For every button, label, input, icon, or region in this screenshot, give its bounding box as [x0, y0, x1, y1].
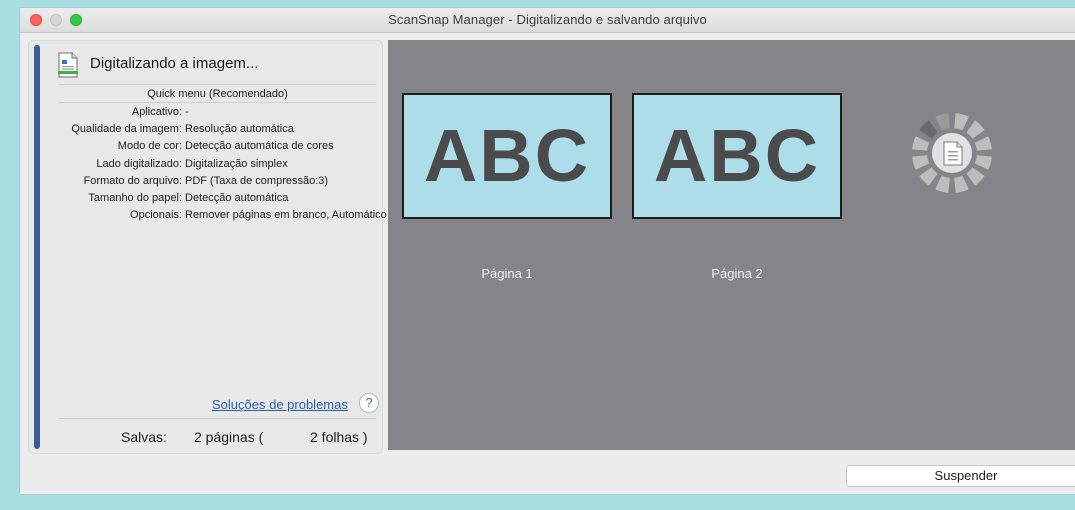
setting-value: PDF (Taxa de compressão:3) [185, 174, 329, 187]
page-label: Página 1 [481, 266, 533, 281]
setting-key: Opcionais: [130, 209, 182, 222]
divider [59, 418, 376, 419]
thumbnail-text: ABC [653, 114, 821, 197]
setting-row: Lado digitalizado: Digitalização simplex [29, 158, 384, 175]
saved-sheets-count: 2 folhas ) [310, 429, 368, 445]
setting-row: Aplicativo: - [29, 106, 384, 123]
setting-row: Opcionais: Remover páginas em branco, Au… [29, 209, 387, 226]
setting-value: - [185, 106, 189, 118]
setting-value: Resolução automática [185, 123, 294, 136]
divider [59, 102, 376, 103]
thumbnail-text: ABC [423, 114, 591, 197]
setting-key: Modo de cor: [117, 140, 182, 153]
setting-row: Qualidade da imagem: Resolução automátic… [29, 123, 384, 140]
status-text: Digitalizando a imagem... [90, 55, 259, 72]
page-thumbnail[interactable]: ABC [402, 93, 612, 219]
loading-spinner-icon [912, 113, 992, 193]
suspend-button[interactable]: Suspender [846, 465, 1075, 487]
divider [59, 84, 376, 85]
help-button[interactable]: ? [359, 393, 379, 413]
saved-label: Salvas: [121, 429, 167, 445]
setting-key: Qualidade da imagem: [71, 123, 182, 136]
scan-info-panel: Digitalizando a imagem... Quick menu (Re… [28, 40, 387, 454]
setting-key: Tamanho do papel: [88, 191, 182, 204]
title-bar: ScanSnap Manager - Digitalizando e salva… [20, 8, 1075, 33]
profile-name: Quick menu (Recomendado) [147, 88, 288, 100]
troubleshooting-link[interactable]: Soluções de problemas [212, 397, 348, 412]
setting-row: Formato do arquivo: PDF (Taxa de compres… [29, 175, 384, 192]
window-title: ScanSnap Manager - Digitalizando e salva… [388, 12, 707, 27]
setting-value: Detecção automática [185, 191, 289, 204]
page-label: Página 2 [711, 266, 763, 281]
setting-key: Formato do arquivo: [83, 174, 182, 187]
setting-value: Detecção automática de cores [185, 140, 334, 153]
setting-value: Digitalização simplex [185, 157, 288, 170]
page-thumbnail[interactable]: ABC [632, 93, 842, 219]
setting-key: Aplicativo: [131, 106, 182, 118]
settings-list: Aplicativo: - Qualidade da imagem: Resol… [29, 106, 387, 226]
saved-pages-count: 2 páginas ( [194, 429, 264, 445]
document-scan-icon [58, 52, 78, 78]
setting-row: Tamanho do papel: Detecção automática [29, 192, 384, 209]
setting-value: Remover páginas em branco, Automático [185, 209, 387, 222]
setting-key: Lado digitalizado: [96, 157, 182, 170]
preview-area: ABC Página 1 ABC Página 2 [388, 40, 1075, 450]
setting-row: Modo de cor: Detecção automática de core… [29, 140, 384, 157]
scansnap-window: ScanSnap Manager - Digitalizando e salva… [20, 8, 1075, 494]
